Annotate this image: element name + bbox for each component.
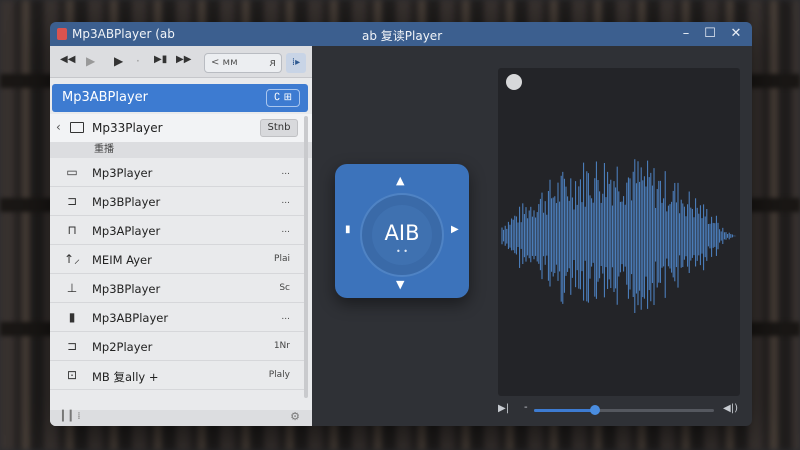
app-window: Mp3ABPlayer (ab ab 复读Player – ☐ ✕ ◀◀ ▶ ▶… — [50, 22, 752, 426]
next-button[interactable]: ▶▮ — [154, 54, 167, 65]
right-arrow-button[interactable]: ▶ — [451, 224, 459, 235]
list-item-label: Mp3BPlayer — [92, 195, 161, 209]
settings-icon[interactable]: ⚙ — [290, 410, 300, 423]
list-item-meta: ... — [281, 167, 290, 177]
toolbar: ◀◀ ▶ ▶ · ▶▮ ▶▶ < ᴍᴍ ᴙ ⁞▸ — [50, 46, 312, 78]
folder-icon: ⊐ — [66, 339, 78, 353]
device-row[interactable]: ‹ Mp33Player Stnb — [50, 114, 312, 142]
play-dim-button[interactable]: ▶ — [86, 54, 95, 68]
list-item[interactable]: ▭ Mp3Player ... — [50, 158, 304, 187]
list-item-meta: Sc — [279, 283, 290, 293]
playlist-header: Mp3ABPlayer ∁ ⊞ — [52, 84, 308, 112]
playlist-title: Mp3ABPlayer — [62, 90, 149, 105]
group-label: 重播 — [50, 142, 312, 158]
list-item[interactable]: ⊐ Mp2Player 1Nr — [50, 332, 304, 361]
maximize-button[interactable]: ☐ — [702, 26, 718, 42]
ab-control-pad: ▲ ▼ ▮ ▶ AIB • • — [335, 164, 469, 298]
device-button[interactable]: Stnb — [260, 119, 298, 137]
search-input[interactable]: < ᴍᴍ ᴙ — [204, 53, 282, 73]
rewind-button[interactable]: ◀◀ — [60, 54, 75, 65]
up-arrow-button[interactable]: ▲ — [396, 174, 404, 187]
title-bar: Mp3ABPlayer (ab ab 复读Player – ☐ ✕ — [50, 22, 752, 46]
left-footer: ▎▎⁞ ⚙ — [50, 410, 312, 426]
list-item[interactable]: ⊥ Mp3BPlayer Sc — [50, 274, 304, 303]
list-item-meta: ... — [281, 225, 290, 235]
footer-controls[interactable]: ▎▎⁞ — [62, 411, 81, 422]
pin-icon: ⊥ — [66, 281, 78, 295]
stack-icon: ⊓ — [67, 223, 77, 237]
down-arrow-button[interactable]: ▼ — [396, 278, 404, 291]
volume-icon[interactable]: ◀|) — [723, 403, 738, 414]
list-item-meta: Plai — [274, 254, 290, 264]
list-item[interactable]: ↑⸝ MEIM Ayer Plai — [50, 245, 304, 274]
list-item-meta: 1Nr — [273, 341, 290, 351]
ab-ring: AIB • • — [360, 193, 444, 277]
ab-button[interactable]: AIB • • — [372, 205, 432, 265]
list-item-label: Mp3ABPlayer — [92, 311, 169, 325]
list-scrollbar[interactable] — [304, 116, 308, 398]
list-item[interactable]: ⊓ Mp3APlayer ... — [50, 216, 304, 245]
left-marker-button[interactable]: ▮ — [345, 224, 351, 235]
copy-icon: ▮ — [68, 310, 76, 324]
list-item-meta: Plaly — [268, 370, 290, 380]
list-item[interactable]: ⊡ MB 复ally + Plaly — [50, 361, 304, 390]
menu-button[interactable]: ⁞▸ — [286, 53, 306, 73]
header-action-button[interactable]: ∁ ⊞ — [266, 89, 300, 107]
forward-button[interactable]: ▶▶ — [176, 54, 191, 65]
device-label: Mp33Player — [92, 121, 163, 135]
app-icon — [57, 28, 67, 40]
ab-label: AIB — [384, 221, 420, 245]
list-item-label: Mp3Player — [92, 166, 153, 180]
progress-fill — [534, 409, 596, 412]
waveform-panel — [498, 68, 740, 396]
play-button[interactable]: ▶| — [498, 403, 509, 414]
list-item-label: Mp2Player — [92, 340, 153, 354]
chevron-left-icon[interactable]: ‹ — [56, 120, 61, 134]
list-item[interactable]: ▮ Mp3ABPlayer ... — [50, 303, 304, 332]
progress-knob[interactable] — [590, 405, 601, 415]
repeat-icon: ↑⸝ — [64, 252, 81, 266]
minus-label: - — [524, 402, 528, 413]
dot-separator: · — [136, 54, 140, 68]
list-item[interactable]: ⊐ Mp3BPlayer ... — [50, 187, 304, 216]
monitor-icon — [70, 122, 84, 133]
list-item-meta: ... — [281, 312, 290, 322]
window-title: Mp3ABPlayer (ab — [72, 27, 175, 41]
waveform — [501, 159, 737, 314]
list-item-label: Mp3BPlayer — [92, 282, 161, 296]
close-button[interactable]: ✕ — [728, 26, 744, 42]
progress-track[interactable] — [534, 405, 714, 415]
playback-bar: ▶| - ◀|) — [496, 402, 742, 418]
list-item-label: MEIM Ayer — [92, 253, 152, 267]
device-icon: ⊐ — [66, 194, 78, 208]
list-item-label: MB 复ally + — [92, 370, 159, 384]
minimize-button[interactable]: – — [678, 26, 694, 42]
list-item-meta: ... — [281, 196, 290, 206]
search-icon: ᴙ — [269, 56, 276, 69]
left-panel: ◀◀ ▶ ▶ · ▶▮ ▶▶ < ᴍᴍ ᴙ ⁞▸ Mp3ABPlayer ∁ ⊞… — [50, 46, 312, 426]
search-text: < ᴍᴍ — [211, 57, 238, 68]
center-title: ab 复读Player — [362, 29, 443, 43]
play-button[interactable]: ▶ — [114, 54, 123, 68]
ab-dots: • • — [396, 247, 408, 256]
chat-icon: ⊡ — [66, 368, 78, 382]
book-icon: ▭ — [66, 165, 78, 179]
list-item-label: Mp3APlayer — [92, 224, 161, 238]
